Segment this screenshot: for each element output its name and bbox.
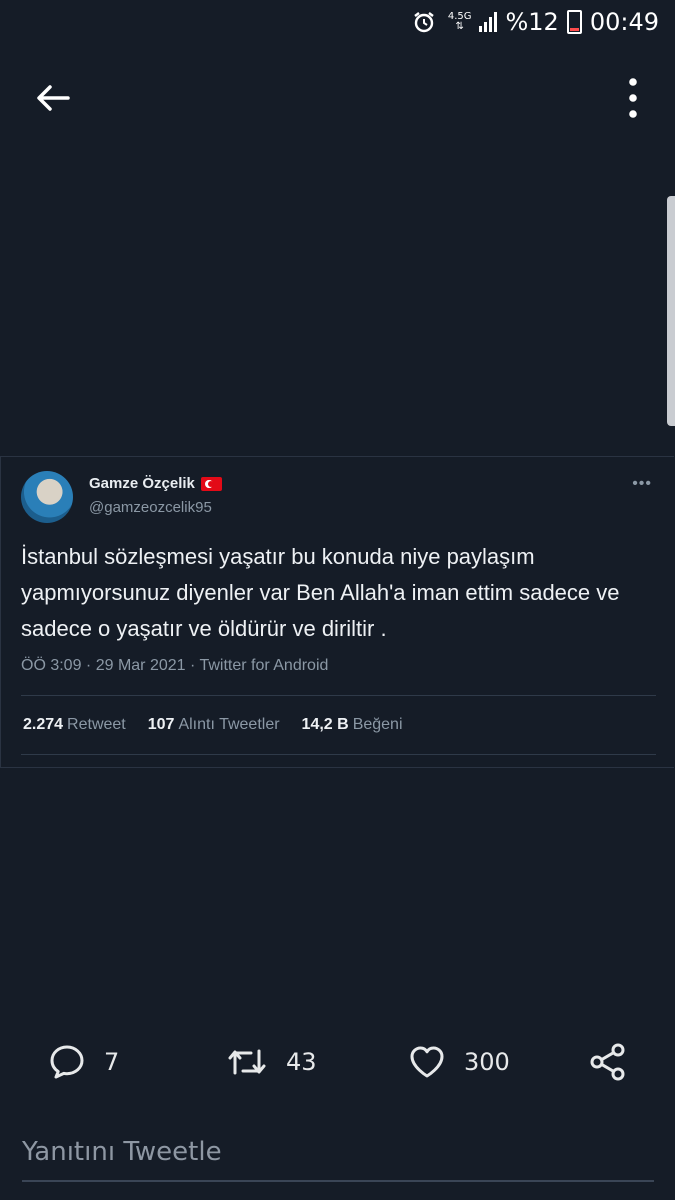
reply-box <box>22 1130 654 1182</box>
action-bar: 7 43 300 <box>0 1032 675 1092</box>
network-indicator: 4.5G ⇅ <box>448 12 472 32</box>
battery-icon <box>566 10 582 34</box>
signal-icon <box>479 12 498 32</box>
tweet-stats: 2.274 Retweet 107 Alıntı Tweetler 14,2 B Be… <box>23 716 403 734</box>
quote-stat[interactable]: 107 Alıntı Tweetler <box>148 716 280 734</box>
retweet-button[interactable]: 43 <box>226 1032 317 1092</box>
user-handle[interactable]: @gamzeozcelik95 <box>89 499 212 516</box>
reply-button[interactable]: 7 <box>48 1032 119 1092</box>
scrollbar-thumb[interactable] <box>667 196 675 426</box>
alarm-icon <box>414 12 434 33</box>
top-bar <box>0 68 675 128</box>
retweet-count: 2.274 <box>23 716 64 733</box>
like-stat-label: Beğeni <box>352 716 403 733</box>
comment-icon <box>50 1045 84 1079</box>
like-count: 14,2 B <box>301 716 349 733</box>
data-arrows-icon: ⇅ <box>455 21 464 32</box>
reply-input[interactable] <box>22 1130 654 1174</box>
retweet-stat-label: Retweet <box>67 716 126 733</box>
avatar[interactable] <box>21 471 73 523</box>
quote-stat-label: Alıntı Tweetler <box>178 716 280 733</box>
share-icon <box>590 1043 625 1081</box>
heart-icon <box>410 1046 444 1078</box>
tweet-card[interactable]: Gamze Özçelik @gamzeozcelik95 ••• İstanb… <box>0 456 674 768</box>
share-button[interactable] <box>588 1032 628 1092</box>
display-name[interactable]: Gamze Özçelik <box>89 475 195 492</box>
retweet-icon <box>228 1049 266 1075</box>
divider <box>21 695 656 696</box>
like-button[interactable]: 300 <box>408 1032 510 1092</box>
status-bar: 4.5G ⇅ %12 00:49 <box>0 0 675 44</box>
vertical-dots-icon[interactable] <box>621 76 645 120</box>
reply-count: 7 <box>104 1048 120 1076</box>
arrow-left-icon[interactable] <box>30 78 76 118</box>
horizontal-dots-icon[interactable]: ••• <box>632 475 652 493</box>
display-name-row: Gamze Özçelik <box>89 475 222 492</box>
tweet-text: İstanbul sözleşmesi yaşatır bu konuda ni… <box>21 544 620 641</box>
turkey-flag-icon <box>200 476 222 491</box>
like-stat[interactable]: 14,2 B Beğeni <box>302 716 403 734</box>
divider <box>21 754 656 755</box>
battery-percent: %12 <box>505 8 559 36</box>
clock: 00:49 <box>589 8 659 36</box>
tweet-timestamp: ÖÖ 3:09 · 29 Mar 2021 · Twitter for Andr… <box>21 657 329 674</box>
like-action-count: 300 <box>464 1048 510 1076</box>
quote-count: 107 <box>147 716 175 733</box>
retweet-stat[interactable]: 2.274 Retweet <box>23 716 126 734</box>
retweet-action-count: 43 <box>286 1048 317 1076</box>
